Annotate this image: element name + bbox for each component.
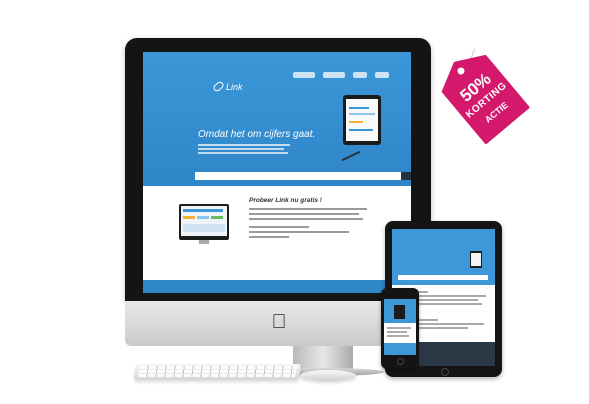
nav-item[interactable] <box>375 72 389 78</box>
iphone-tablet-illustration <box>394 305 405 319</box>
apple-logo-icon:  <box>270 311 288 333</box>
nav-item[interactable] <box>293 72 315 78</box>
trial-title: Probeer Link nu gratis ! <box>249 197 322 204</box>
footer-strip <box>143 280 411 293</box>
iphone <box>381 288 419 369</box>
ipad-tablet-illustration <box>470 251 482 268</box>
tablet-illustration-screen <box>346 99 378 141</box>
hero-section: Link Omdat het om cijfers gaat. <box>143 52 411 186</box>
keyboard <box>133 364 302 380</box>
stylus-illustration <box>341 150 361 162</box>
monitor-illustration-stand <box>199 240 209 244</box>
iphone-footer <box>384 343 416 355</box>
iphone-text <box>387 327 413 339</box>
ipad-hero <box>392 229 495 285</box>
ipad-signup-input[interactable] <box>398 275 488 280</box>
monitor-illustration <box>179 204 229 240</box>
ipad-home-button <box>441 368 449 376</box>
imac-screen: Link Omdat het om cijfers gaat. Probeer … <box>143 52 411 293</box>
site-logo[interactable]: Link <box>212 80 243 93</box>
trial-text <box>249 208 369 241</box>
monitor-illustration-screen <box>181 206 227 236</box>
iphone-hero <box>384 299 416 323</box>
discount-tag: 50% KORTING ACTIE <box>432 43 530 145</box>
hero-subtitle <box>198 144 293 156</box>
mouse <box>300 370 356 381</box>
signup-input[interactable] <box>195 172 411 180</box>
link-icon <box>212 80 225 93</box>
signup-button[interactable] <box>401 172 411 180</box>
trial-section: Probeer Link nu gratis ! <box>143 190 411 293</box>
nav-item[interactable] <box>353 72 367 78</box>
nav-item[interactable] <box>323 72 345 78</box>
iphone-screen <box>384 299 416 355</box>
iphone-home-button <box>397 358 404 365</box>
tablet-illustration <box>343 95 381 145</box>
logo-text: Link <box>226 82 243 92</box>
hero-title: Omdat het om cijfers gaat. <box>198 129 316 140</box>
